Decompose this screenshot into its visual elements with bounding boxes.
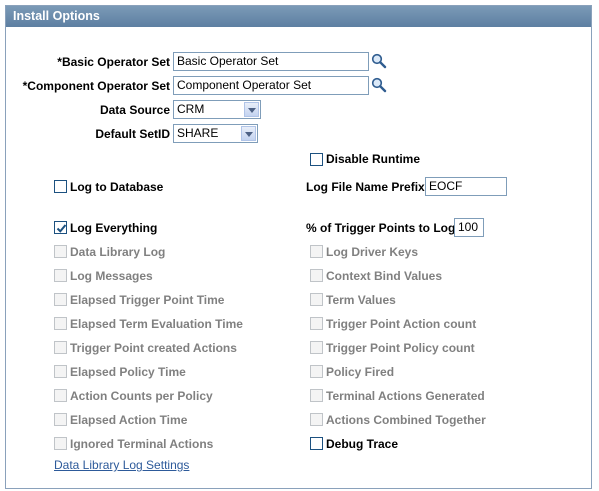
data-source-value: CRM <box>177 102 205 116</box>
chevron-down-icon[interactable] <box>241 126 256 141</box>
data-source-label: Data Source <box>99 103 170 117</box>
elapsed-trigger-point-time-label: Elapsed Trigger Point Time <box>70 293 225 307</box>
elapsed-trigger-point-time-checkbox[interactable] <box>54 293 67 306</box>
disable-runtime-checkbox[interactable] <box>310 153 323 166</box>
elapsed-term-evaluation-time-checkbox[interactable] <box>54 317 67 330</box>
debug-trace-checkbox[interactable] <box>310 437 323 450</box>
basic-operator-set-lookup-icon[interactable] <box>371 53 387 69</box>
trigger-points-pct-input[interactable]: 100 <box>454 218 484 237</box>
basic-operator-set-input[interactable]: Basic Operator Set <box>173 52 369 71</box>
data-source-select[interactable]: CRM <box>173 100 261 119</box>
trigger-point-action-count-label: Trigger Point Action count <box>326 317 477 331</box>
log-messages-checkbox[interactable] <box>54 269 67 282</box>
ignored-terminal-actions-checkbox[interactable] <box>54 437 67 450</box>
log-file-name-prefix-label: Log File Name Prefix <box>306 180 425 194</box>
chevron-down-icon[interactable] <box>244 102 259 117</box>
data-library-log-settings-link[interactable]: Data Library Log Settings <box>54 458 189 472</box>
disable-runtime-label: Disable Runtime <box>326 152 421 166</box>
terminal-actions-generated-checkbox[interactable] <box>310 389 323 402</box>
component-operator-set-input[interactable]: Component Operator Set <box>173 76 369 95</box>
elapsed-policy-time-checkbox[interactable] <box>54 365 67 378</box>
log-everything-checkbox[interactable] <box>54 221 67 234</box>
log-to-database-checkbox[interactable] <box>54 180 67 193</box>
log-everything-label: Log Everything <box>70 221 158 235</box>
default-setid-select[interactable]: SHARE <box>173 124 258 143</box>
trigger-point-policy-count-label: Trigger Point Policy count <box>326 341 475 355</box>
panel-title: Install Options <box>6 6 591 27</box>
trigger-points-pct-label: % of Trigger Points to Log <box>306 221 456 235</box>
context-bind-values-checkbox[interactable] <box>310 269 323 282</box>
ignored-terminal-actions-label: Ignored Terminal Actions <box>70 437 214 451</box>
actions-combined-together-label: Actions Combined Together <box>326 413 486 427</box>
component-operator-set-lookup-icon[interactable] <box>371 77 387 93</box>
log-driver-keys-label: Log Driver Keys <box>326 245 419 259</box>
trigger-point-created-actions-checkbox[interactable] <box>54 341 67 354</box>
action-counts-per-policy-label: Action Counts per Policy <box>70 389 213 403</box>
component-operator-set-label: *Component Operator Set <box>22 79 170 93</box>
basic-operator-set-label: *Basic Operator Set <box>57 55 170 69</box>
policy-fired-label: Policy Fired <box>326 365 395 379</box>
term-values-checkbox[interactable] <box>310 293 323 306</box>
terminal-actions-generated-label: Terminal Actions Generated <box>326 389 485 403</box>
log-file-name-prefix-input[interactable]: EOCF <box>425 177 507 196</box>
elapsed-action-time-label: Elapsed Action Time <box>70 413 188 427</box>
trigger-point-created-actions-label: Trigger Point created Actions <box>70 341 237 355</box>
default-setid-label: Default SetID <box>95 127 170 141</box>
policy-fired-checkbox[interactable] <box>310 365 323 378</box>
context-bind-values-label: Context Bind Values <box>326 269 443 283</box>
elapsed-term-evaluation-time-label: Elapsed Term Evaluation Time <box>70 317 243 331</box>
data-library-log-label: Data Library Log <box>70 245 166 259</box>
actions-combined-together-checkbox[interactable] <box>310 413 323 426</box>
trigger-point-policy-count-checkbox[interactable] <box>310 341 323 354</box>
default-setid-value: SHARE <box>177 126 219 140</box>
debug-trace-label: Debug Trace <box>326 437 399 451</box>
log-to-database-label: Log to Database <box>70 180 164 194</box>
action-counts-per-policy-checkbox[interactable] <box>54 389 67 402</box>
elapsed-action-time-checkbox[interactable] <box>54 413 67 426</box>
data-library-log-checkbox[interactable] <box>54 245 67 258</box>
checkmark-icon <box>56 224 67 233</box>
log-driver-keys-checkbox[interactable] <box>310 245 323 258</box>
term-values-label: Term Values <box>326 293 396 307</box>
log-messages-label: Log Messages <box>70 269 153 283</box>
trigger-point-action-count-checkbox[interactable] <box>310 317 323 330</box>
elapsed-policy-time-label: Elapsed Policy Time <box>70 365 186 379</box>
